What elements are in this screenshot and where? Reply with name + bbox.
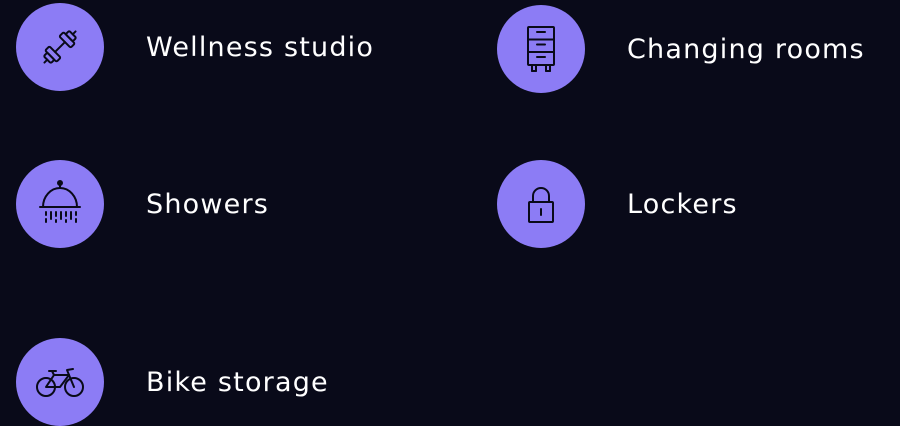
padlock-icon <box>497 160 585 248</box>
amenity-label: Bike storage <box>146 366 329 398</box>
amenity-label: Changing rooms <box>627 33 865 65</box>
amenity-showers: Showers <box>16 160 269 248</box>
amenity-wellness-studio: Wellness studio <box>16 3 374 91</box>
amenity-bike-storage: Bike storage <box>16 338 329 426</box>
shower-icon <box>16 160 104 248</box>
amenities-list: Wellness studio Changing rooms Showers L… <box>0 0 900 426</box>
bicycle-icon <box>16 338 104 426</box>
amenity-lockers: Lockers <box>497 160 738 248</box>
cabinet-icon <box>497 5 585 93</box>
dumbbell-icon <box>16 3 104 91</box>
amenity-label: Wellness studio <box>146 31 375 63</box>
amenity-label: Lockers <box>627 188 738 220</box>
amenity-changing-rooms: Changing rooms <box>497 5 865 93</box>
amenity-label: Showers <box>146 188 270 220</box>
